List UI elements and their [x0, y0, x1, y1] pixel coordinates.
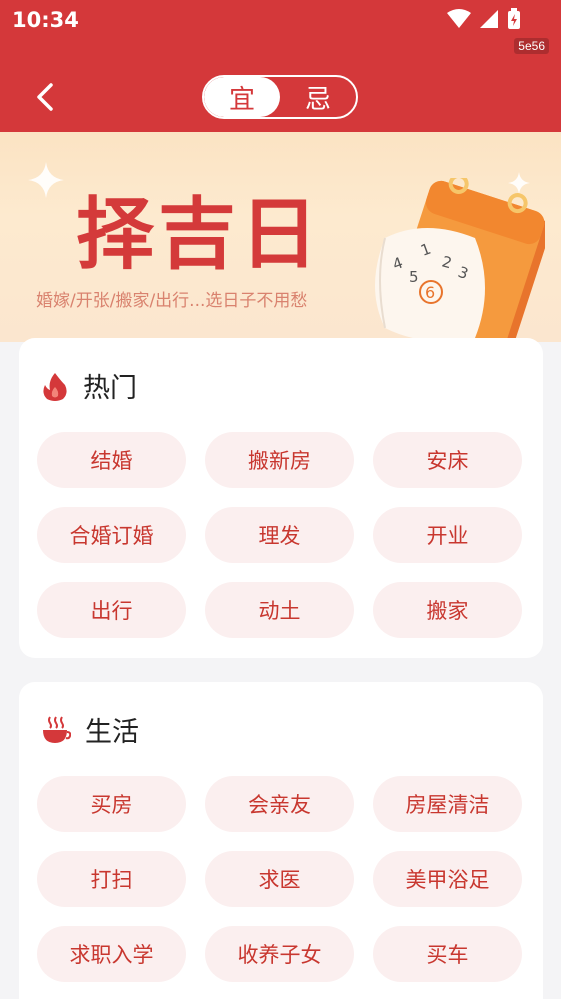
chip-button[interactable]: 求职入学 — [37, 926, 186, 982]
banner-title: 择吉日 — [76, 190, 323, 280]
tab-yi[interactable]: 宜 — [204, 77, 280, 117]
chip-button[interactable]: 买车 — [373, 926, 522, 982]
chip-grid: 买房 会亲友 房屋清洁 打扫 求医 美甲浴足 求职入学 收养子女 买车 — [37, 776, 522, 982]
chip-button[interactable]: 美甲浴足 — [373, 851, 522, 907]
chip-button[interactable]: 搬新房 — [205, 432, 354, 488]
banner-subtitle: 婚嫁/开张/搬家/出行...选日子不用愁 — [36, 291, 308, 311]
status-icons — [447, 8, 521, 30]
fire-icon — [43, 372, 67, 401]
chip-button[interactable]: 开业 — [373, 507, 522, 563]
section-title: 生活 — [85, 717, 139, 748]
calendar-digit: 5 — [409, 268, 419, 286]
teacup-icon — [43, 715, 71, 743]
chip-button[interactable]: 买房 — [37, 776, 186, 832]
battery-charging-icon — [508, 8, 520, 29]
app-header: 10:34 5e56 宜 忌 — [0, 0, 561, 132]
sparkle-icon — [28, 162, 64, 198]
chip-grid: 结婚 搬新房 安床 合婚订婚 理发 开业 出行 动土 搬家 — [37, 432, 522, 638]
calendar-digit: 6 — [425, 283, 435, 302]
status-code: 5e56 — [514, 38, 549, 54]
section-header: 热门 — [41, 366, 137, 405]
chevron-left-icon — [37, 83, 53, 111]
signal-icon — [480, 10, 498, 28]
section-hot: 热门 结婚 搬新房 安床 合婚订婚 理发 开业 出行 动土 搬家 — [19, 338, 543, 658]
section-header: 生活 — [41, 710, 139, 749]
status-time: 10:34 — [12, 8, 79, 32]
wifi-icon — [447, 9, 471, 28]
section-title: 热门 — [83, 373, 137, 404]
chip-button[interactable]: 出行 — [37, 582, 186, 638]
chip-button[interactable]: 理发 — [205, 507, 354, 563]
chip-button[interactable]: 打扫 — [37, 851, 186, 907]
chip-button[interactable]: 房屋清洁 — [373, 776, 522, 832]
chip-button[interactable]: 求医 — [205, 851, 354, 907]
calendar-illustration: 1 2 3 4 5 6 — [375, 178, 545, 342]
chip-button[interactable]: 收养子女 — [205, 926, 354, 982]
chip-button[interactable]: 动土 — [205, 582, 354, 638]
chip-button[interactable]: 结婚 — [37, 432, 186, 488]
chip-button[interactable]: 搬家 — [373, 582, 522, 638]
banner: 择吉日 婚嫁/开张/搬家/出行...选日子不用愁 1 2 3 4 5 6 — [0, 132, 561, 342]
section-life: 生活 买房 会亲友 房屋清洁 打扫 求医 美甲浴足 求职入学 收养子女 买车 — [19, 682, 543, 999]
chip-button[interactable]: 安床 — [373, 432, 522, 488]
back-button[interactable] — [28, 80, 62, 114]
yi-ji-toggle[interactable]: 宜 忌 — [202, 75, 358, 119]
chip-button[interactable]: 合婚订婚 — [37, 507, 186, 563]
tab-ji[interactable]: 忌 — [280, 77, 356, 117]
chip-button[interactable]: 会亲友 — [205, 776, 354, 832]
